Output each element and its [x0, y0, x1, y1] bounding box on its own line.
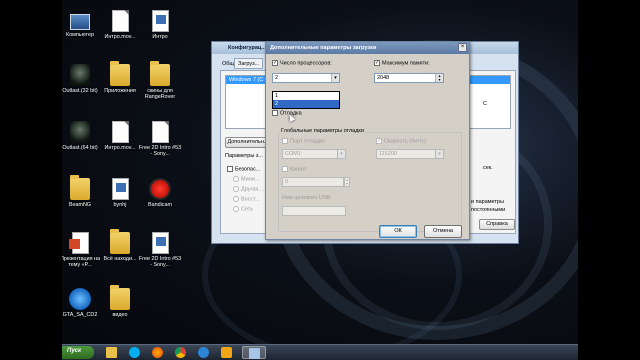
game-icon	[70, 64, 90, 86]
desktop-icon-free-2d-intro-video[interactable]: Free 2D Intro #53 - Sony...	[138, 232, 182, 269]
desktop: Компьютер Интро.mov... Интро Outlast.(32…	[62, 0, 578, 360]
firefox-icon[interactable]	[148, 346, 168, 359]
os-list-fragment: C	[483, 101, 487, 107]
desktop-icon-outlast-32[interactable]: Outlast.(32 bit)	[62, 64, 102, 94]
video-icon[interactable]	[217, 346, 237, 359]
channel-checkbox[interactable]: Канал:	[282, 166, 307, 172]
folder-icon	[110, 61, 130, 86]
file-icon	[111, 10, 129, 32]
desktop-icon-bandicam[interactable]: Bandicam	[138, 178, 182, 208]
desktop-icon-outlast-64[interactable]: Outlast.(64 bit)	[62, 121, 102, 151]
help-button[interactable]: Справка	[479, 219, 515, 230]
file-icon	[151, 121, 169, 143]
cancel-button[interactable]: Отмена	[424, 225, 462, 238]
minimal-radio[interactable]: Мини...	[233, 176, 259, 182]
computer-icon	[70, 14, 90, 30]
alternate-shell-radio[interactable]: Другая...	[233, 186, 263, 192]
gta-icon	[69, 288, 91, 310]
dialog-body: ✓ Число процессоров: 2 ▾ 1 2 ✓ Максимум па…	[266, 54, 469, 239]
debug-port-checkbox[interactable]: Порт отладки:	[282, 138, 326, 144]
explorer-icon[interactable]	[102, 346, 122, 359]
usb-target-input[interactable]	[282, 206, 346, 216]
checkmark-icon: ✓	[272, 60, 278, 66]
start-button[interactable]: Пуск	[62, 346, 94, 359]
chevron-down-icon: ▾	[435, 150, 443, 158]
permanent-fragment: постоянными	[471, 207, 506, 213]
global-debug-title: Глобальные параметры отладки	[280, 128, 365, 134]
video-icon	[111, 178, 129, 200]
record-icon	[149, 178, 171, 200]
settings-fragment: и параметры	[471, 199, 504, 205]
timeout-unit-label: сек.	[483, 165, 493, 171]
desktop-icon-apps[interactable]: Приложения	[98, 61, 142, 94]
desktop-icon-rangerover-skins[interactable]: скины для RangeRover	[138, 61, 182, 101]
folder-icon	[110, 285, 130, 310]
num-processors-select[interactable]: 2 ▾	[272, 73, 340, 83]
debug-port-select[interactable]: COM1: ▾	[282, 149, 346, 159]
desktop-icon-vse-nahodi[interactable]: Всё находи...	[98, 229, 142, 262]
advanced-boot-options-dialog[interactable]: Дополнительные параметры загрузки × ✓ Чис…	[265, 41, 470, 240]
desktop-icon-intro-mov[interactable]: Интро.mov...	[98, 10, 142, 40]
safe-mode-checkbox[interactable]: Безопас...	[227, 166, 260, 172]
dialog-titlebar: Дополнительные параметры загрузки ×	[266, 42, 469, 54]
desktop-icon-gta-sa[interactable]: GTA_SA_CD2	[62, 288, 102, 318]
channel-spinner-icon[interactable]: ▴ ▾	[344, 177, 350, 187]
folder-icon	[70, 175, 90, 200]
folder-icon	[110, 229, 130, 254]
close-button[interactable]: ×	[458, 43, 467, 52]
ad-repair-radio[interactable]: Восст...	[233, 196, 260, 202]
checkmark-icon: ✓	[374, 60, 380, 66]
num-processors-checkbox[interactable]: ✓ Число процессоров:	[272, 60, 332, 66]
dialog-title: Дополнительные параметры загрузки	[270, 45, 377, 51]
usb-target-label: Имя целевого USB:	[282, 195, 332, 201]
video-icon	[151, 232, 169, 254]
baud-rate-select[interactable]: 115200 ▾	[376, 149, 444, 159]
skype-icon[interactable]	[125, 346, 145, 359]
desktop-icon-presentation[interactable]: Презентация на тему «Р...	[62, 232, 102, 269]
max-memory-input[interactable]: 2048 ▴ ▾	[374, 73, 444, 83]
taskbar: Пуск	[62, 344, 578, 360]
desktop-icon-free-2d-intro[interactable]: Free 2D Intro #53 - Sony...	[138, 121, 182, 158]
baud-rate-checkbox[interactable]: ✓ Скорость (бит/с):	[376, 138, 428, 144]
ok-button[interactable]: ОК	[379, 225, 417, 238]
desktop-icon-bynhj[interactable]: bynhj	[98, 178, 142, 208]
msconfig-icon[interactable]	[242, 346, 266, 359]
file-icon	[111, 121, 129, 143]
desktop-icon-intro-mov-2[interactable]: Интро.mov...	[98, 121, 142, 151]
presentation-icon	[68, 232, 89, 254]
media-player-icon[interactable]	[194, 346, 214, 359]
spinner-icon: ▴ ▾	[435, 74, 443, 82]
boot-params-label: Параметры з...	[225, 153, 263, 159]
desktop-icon-computer[interactable]: Компьютер	[62, 10, 102, 38]
dropdown-option[interactable]: 1	[273, 92, 339, 100]
desktop-icon-intro[interactable]: Интро	[138, 10, 182, 40]
video-icon	[151, 10, 169, 32]
channel-input[interactable]: 0	[282, 177, 344, 187]
folder-icon	[150, 61, 170, 86]
chrome-icon[interactable]	[171, 346, 191, 359]
num-processors-dropdown[interactable]: 1 2	[272, 91, 340, 109]
dropdown-option-selected[interactable]: 2	[273, 100, 339, 108]
chevron-down-icon: ▾	[331, 74, 339, 82]
desktop-icon-beamng[interactable]: BeamNG	[62, 175, 102, 208]
network-radio[interactable]: Сеть	[233, 206, 253, 212]
chevron-down-icon: ▾	[337, 150, 345, 158]
tab-boot[interactable]: Загруз...	[234, 58, 264, 69]
desktop-icon-video-folder[interactable]: видео	[98, 285, 142, 318]
max-memory-checkbox[interactable]: ✓ Максимум памяти:	[374, 60, 430, 66]
game-icon	[70, 121, 90, 143]
